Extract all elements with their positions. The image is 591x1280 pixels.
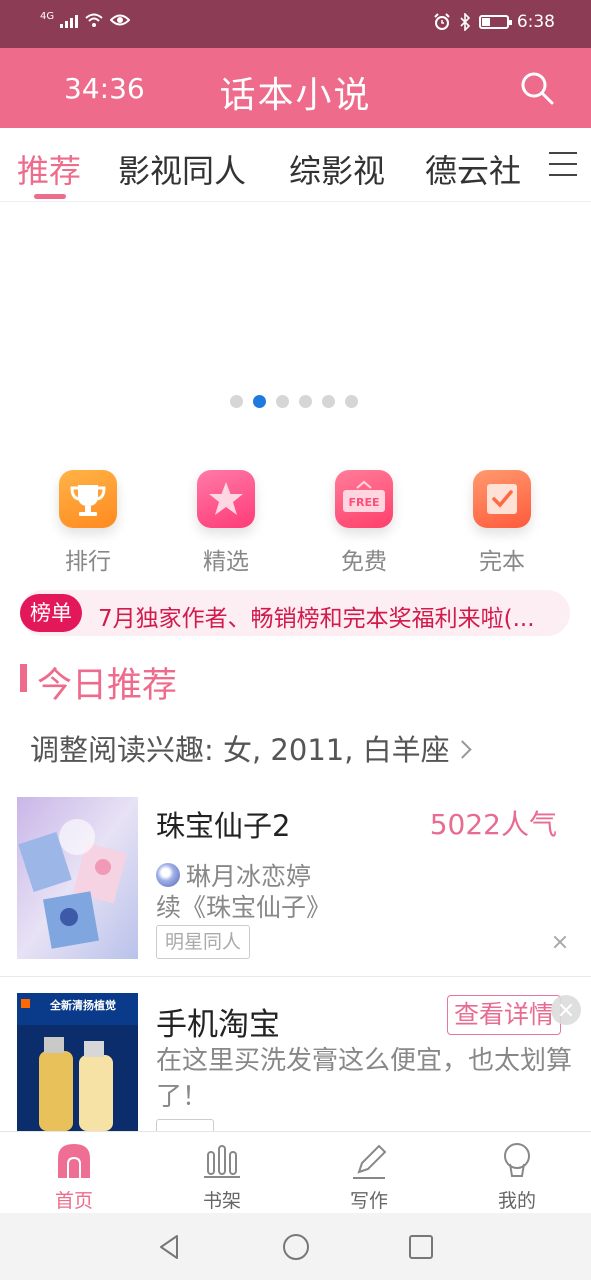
nav-writing-label: 写作 (349, 1190, 388, 1212)
book-description: 续《珠宝仙子》 (156, 893, 332, 922)
quick-featured[interactable]: 精选 (181, 470, 271, 576)
bottom-nav: 首页 书架 写作 我的 (0, 1131, 591, 1213)
signal-icon (60, 12, 79, 28)
carousel-dot-active[interactable] (253, 395, 266, 408)
book-tag[interactable]: 明星同人 (156, 925, 251, 959)
carousel-dot[interactable] (276, 395, 289, 408)
ad-tag (156, 1119, 214, 1131)
notice-text: 7月独家作者、畅销榜和完本奖福利来啦(... (98, 606, 535, 632)
alarm-icon (434, 13, 450, 30)
book-title[interactable]: 珠宝仙子2 (156, 803, 290, 845)
book-cover[interactable] (17, 797, 138, 959)
ad-card[interactable]: 全新清扬植觉 手机淘宝 查看详情 在这里买洗发膏这么便宜，也太划算了！ (0, 993, 591, 1131)
battery-icon (478, 15, 512, 29)
menu-icon[interactable] (549, 152, 577, 176)
quick-free-label: 免费 (341, 549, 387, 575)
notice-bar[interactable]: 榜单 7月独家作者、畅销榜和完本奖福利来啦(... (20, 590, 570, 636)
section-accent-bar (20, 664, 27, 692)
active-tab-indicator (34, 194, 66, 199)
reading-preference[interactable]: 调整阅读兴趣: 女, 2011, 白羊座 (30, 727, 472, 769)
card-divider (0, 976, 591, 977)
nav-writing[interactable]: 写作 (309, 1140, 429, 1213)
notice-tag: 榜单 (20, 594, 82, 632)
carousel-dot[interactable] (230, 395, 243, 408)
home-icon (58, 1144, 90, 1178)
pen-icon (353, 1144, 387, 1179)
carousel-dots (230, 395, 358, 408)
quick-free[interactable]: FREE 免费 (319, 470, 409, 576)
tab-deyunshe[interactable]: 德云社 (425, 146, 521, 192)
ad-close-icon[interactable] (551, 995, 581, 1025)
book-author-row[interactable]: 琳月冰恋婷 (156, 857, 311, 893)
close-icon[interactable] (553, 935, 567, 949)
quick-completed-label: 完本 (479, 549, 525, 575)
category-tabs: 推荐 影视同人 综影视 德云社 (0, 128, 591, 202)
bluetooth-icon (460, 13, 470, 31)
nav-profile[interactable]: 我的 (457, 1140, 577, 1213)
quick-ranking-label: 排行 (65, 549, 111, 575)
section-title: 今日推荐 (37, 666, 178, 706)
quick-featured-label: 精选 (203, 549, 249, 575)
star-icon (197, 470, 255, 528)
status-time: 6:38 (516, 12, 555, 32)
home-circle-icon[interactable] (281, 1232, 311, 1262)
status-left: 4G (40, 10, 131, 28)
nav-home[interactable]: 首页 (14, 1140, 134, 1213)
search-icon[interactable] (519, 70, 555, 106)
trophy-icon (59, 470, 117, 528)
free-badge-text: FREE (348, 496, 379, 509)
free-tag-icon: FREE (335, 470, 393, 528)
author-avatar (156, 863, 180, 887)
profile-icon (504, 1143, 530, 1177)
tab-film-fanfic[interactable]: 影视同人 (118, 146, 246, 192)
eye-icon (110, 14, 131, 26)
quick-completed[interactable]: 完本 (457, 470, 547, 576)
status-bar: 4G 6:38 (0, 0, 591, 48)
carousel-dot[interactable] (345, 395, 358, 408)
ad-title[interactable]: 手机淘宝 (156, 999, 280, 1044)
carousel-dot[interactable] (322, 395, 335, 408)
ad-description: 在这里买洗发膏这么便宜，也太划算了！ (156, 1046, 573, 1112)
quick-ranking[interactable]: 排行 (43, 470, 133, 576)
tab-recommend[interactable]: 推荐 (17, 146, 81, 192)
recent-apps-icon[interactable] (408, 1234, 434, 1260)
status-right: 6:38 (433, 12, 555, 32)
app-header: 34:36 话本小说 (0, 48, 591, 128)
carousel-dot[interactable] (299, 395, 312, 408)
tab-variety-film[interactable]: 综影视 (289, 146, 385, 192)
bookshelf-icon (204, 1145, 240, 1178)
ad-cover-text: 全新清扬植觉 (49, 998, 116, 1012)
book-author: 琳月冰恋婷 (186, 862, 312, 891)
view-details-button[interactable]: 查看详情 (446, 995, 561, 1035)
book-popularity: 5022人气 (429, 808, 557, 841)
completed-check-icon (473, 470, 531, 528)
chevron-right-icon (452, 739, 472, 759)
wifi-icon (85, 13, 103, 27)
book-card[interactable]: 珠宝仙子2 5022人气 琳月冰恋婷 续《珠宝仙子》 明星同人 (0, 797, 591, 967)
nav-bookshelf-label: 书架 (202, 1190, 241, 1212)
reading-preference-text: 调整阅读兴趣: 女, 2011, 白羊座 (30, 733, 450, 767)
network-type: 4G (40, 10, 55, 22)
nav-home-label: 首页 (54, 1190, 93, 1212)
app-title: 话本小说 (219, 75, 372, 116)
banner-carousel[interactable] (0, 202, 591, 422)
back-icon[interactable] (155, 1233, 183, 1261)
system-nav-bar (0, 1213, 591, 1280)
ad-cover[interactable]: 全新清扬植觉 (17, 993, 138, 1131)
nav-bookshelf[interactable]: 书架 (162, 1140, 282, 1213)
nav-profile-label: 我的 (497, 1190, 536, 1212)
